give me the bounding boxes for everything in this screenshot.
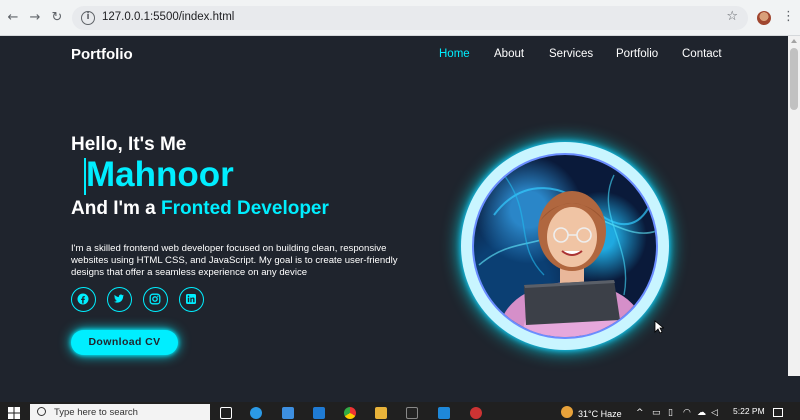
weather-condition: Haze bbox=[600, 409, 622, 419]
search-placeholder: Type here to search bbox=[54, 407, 138, 418]
info-icon[interactable]: i bbox=[81, 11, 95, 25]
clock[interactable]: 5:22 PM bbox=[733, 406, 765, 416]
hero-name: Mahnoor bbox=[86, 155, 234, 194]
hero-description: I'm a skilled frontend web developer foc… bbox=[71, 242, 398, 278]
facebook-icon bbox=[77, 293, 89, 305]
instagram-icon bbox=[149, 293, 161, 305]
mouse-cursor-icon bbox=[654, 320, 664, 334]
url-text[interactable]: 127.0.0.1:5500/index.html bbox=[102, 11, 234, 23]
task-view-icon[interactable] bbox=[220, 407, 232, 419]
store-icon[interactable] bbox=[282, 407, 294, 419]
twitter-button[interactable] bbox=[107, 287, 132, 312]
download-cv-button[interactable]: Download CV bbox=[71, 330, 178, 355]
nav-contact[interactable]: Contact bbox=[682, 48, 722, 60]
windows-taskbar: Type here to search 31°C Haze ^ ▭ ▯ ◠ ☁ … bbox=[0, 402, 800, 420]
linkedin-icon bbox=[186, 294, 196, 304]
chrome-icon[interactable] bbox=[344, 407, 356, 419]
hero-greeting: Hello, It's Me bbox=[71, 134, 187, 155]
site-logo[interactable]: Portfolio bbox=[71, 46, 133, 63]
temperature: 31°C bbox=[578, 409, 599, 419]
instagram-button[interactable] bbox=[143, 287, 168, 312]
network-icon[interactable]: ▭ bbox=[652, 408, 661, 418]
profile-avatar[interactable] bbox=[757, 11, 771, 25]
reload-icon[interactable]: ↻ bbox=[48, 9, 66, 27]
hero-role: And I'm a Fronted Developer bbox=[71, 198, 329, 220]
browser-toolbar: ← → ↻ i 127.0.0.1:5500/index.html ☆ ⋮ bbox=[0, 0, 800, 36]
address-bar[interactable]: i 127.0.0.1:5500/index.html ☆ bbox=[72, 6, 748, 30]
file-explorer-icon[interactable] bbox=[375, 407, 387, 419]
notification-icon[interactable] bbox=[773, 408, 783, 417]
mail-icon[interactable] bbox=[313, 407, 325, 419]
nav-portfolio[interactable]: Portfolio bbox=[616, 48, 658, 60]
vscode-icon[interactable] bbox=[438, 407, 450, 419]
volume-icon[interactable]: ◁ bbox=[711, 408, 718, 418]
star-icon[interactable]: ☆ bbox=[726, 9, 738, 24]
chevron-up-icon[interactable]: ^ bbox=[636, 408, 644, 418]
back-icon[interactable]: ← bbox=[4, 9, 22, 27]
search-icon bbox=[37, 407, 46, 416]
taskbar-search[interactable]: Type here to search bbox=[30, 404, 210, 420]
edge-icon[interactable] bbox=[250, 407, 262, 419]
portfolio-page: Portfolio Home About Services Portfolio … bbox=[0, 36, 788, 376]
windows-start-icon[interactable] bbox=[8, 407, 20, 419]
cloud-icon[interactable]: ☁ bbox=[697, 408, 706, 418]
page-scrollbar[interactable] bbox=[788, 36, 800, 376]
forward-icon[interactable]: → bbox=[26, 9, 44, 27]
nav-about[interactable]: About bbox=[494, 48, 524, 60]
scroll-thumb[interactable] bbox=[790, 48, 798, 110]
scroll-up-icon[interactable] bbox=[791, 39, 797, 43]
linkedin-button[interactable] bbox=[179, 287, 204, 312]
nav-home[interactable]: Home bbox=[439, 48, 470, 60]
menu-icon[interactable]: ⋮ bbox=[782, 9, 795, 24]
weather-icon[interactable] bbox=[561, 406, 573, 418]
battery-icon[interactable]: ▯ bbox=[668, 408, 673, 418]
profile-illustration bbox=[478, 174, 656, 337]
weather-text[interactable]: 31°C Haze bbox=[578, 409, 622, 419]
facebook-button[interactable] bbox=[71, 287, 96, 312]
wifi-icon[interactable]: ◠ bbox=[683, 408, 691, 418]
terminal-icon[interactable] bbox=[406, 407, 418, 419]
recorder-icon[interactable] bbox=[470, 407, 482, 419]
profile-photo bbox=[472, 153, 658, 339]
role-prefix: And I'm a bbox=[71, 198, 156, 219]
twitter-icon bbox=[114, 294, 124, 303]
nav-services[interactable]: Services bbox=[549, 48, 593, 60]
role-title: Fronted Developer bbox=[161, 198, 329, 219]
